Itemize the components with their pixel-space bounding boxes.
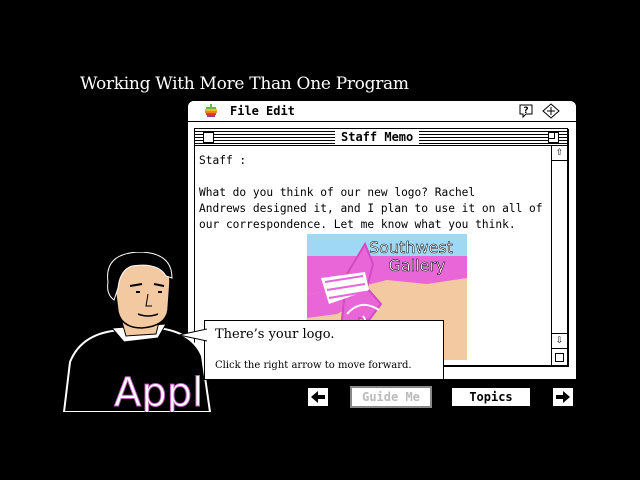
logo-title-line1: Southwest [369,238,453,257]
document-text[interactable]: Staff : What do you think of our new log… [199,153,549,233]
left-arrow-icon [311,391,325,403]
guide-me-button[interactable]: Guide Me [350,386,432,408]
bubble-tail-icon [179,328,207,342]
guide-icon[interactable] [542,103,560,119]
svg-text:?: ? [523,106,528,116]
lesson-heading: Working With More Than One Program [80,74,409,94]
close-box[interactable] [203,132,214,143]
zoom-box[interactable] [548,132,559,143]
scroll-up-arrow-icon[interactable]: ⇧ [552,146,567,161]
topics-button[interactable]: Topics [450,386,532,408]
text-line: Andrews designed it, and I plan to use i… [199,202,543,215]
next-button[interactable] [551,386,575,408]
help-balloon-icon[interactable]: ? [518,103,534,119]
window-title-bar[interactable]: Staff Memo [195,129,567,146]
scroll-down-arrow-icon[interactable]: ⇩ [552,333,567,349]
previous-button[interactable] [306,386,330,408]
bubble-message: There’s your logo. [215,327,335,342]
edit-menu[interactable]: Edit [266,104,295,118]
text-line: What do you think of our new logo? Rache… [199,186,476,199]
window-title: Staff Memo [335,129,420,145]
logo-title-line2: Gallery [389,256,446,275]
vertical-scrollbar[interactable]: ⇧ ⇩ [551,146,567,365]
apple-menu-icon[interactable] [204,104,218,118]
speech-bubble: There’s your logo. Click the right arrow… [179,320,444,380]
menu-bar: File Edit ? [188,101,576,122]
text-line: our correspondence. Let me know what you… [199,218,516,231]
shirt-logo-text: Appl [114,370,203,412]
right-arrow-icon [556,391,570,403]
text-line: Staff : [199,154,247,167]
text-line [199,169,549,185]
size-box-icon[interactable] [552,350,567,365]
file-menu[interactable]: File [230,104,259,118]
bubble-instruction: Click the right arrow to move forward. [215,360,412,371]
